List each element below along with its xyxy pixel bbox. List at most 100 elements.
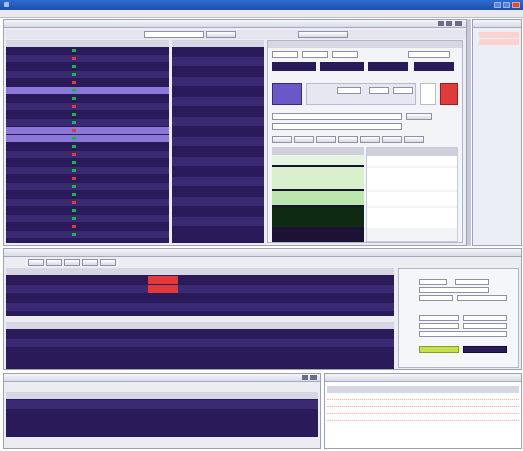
side-tab-strip[interactable] <box>467 19 471 246</box>
action-button-7[interactable] <box>404 136 424 143</box>
order-qty-stepper[interactable] <box>337 87 361 94</box>
grid-row[interactable] <box>6 95 169 102</box>
symbol-field[interactable] <box>144 31 204 38</box>
ticket-sell-button[interactable] <box>463 346 507 353</box>
grid-row[interactable] <box>172 97 264 106</box>
grid-row[interactable] <box>6 71 169 78</box>
route-select[interactable] <box>408 51 450 58</box>
account-field[interactable] <box>272 113 402 120</box>
ask-price-box[interactable] <box>320 62 364 71</box>
grid-row[interactable] <box>6 223 169 230</box>
sell-button[interactable] <box>440 83 458 105</box>
grid-row[interactable] <box>172 77 264 86</box>
bid-price-box[interactable] <box>272 62 316 71</box>
price-field[interactable] <box>302 51 328 58</box>
ticket-qty-field[interactable] <box>419 279 447 285</box>
ticket-display-field[interactable] <box>463 323 507 329</box>
close-icon[interactable] <box>512 2 520 8</box>
notes-field[interactable] <box>272 123 402 130</box>
grid-row[interactable] <box>6 111 169 118</box>
grid-row[interactable] <box>6 159 169 166</box>
grid-row[interactable] <box>172 87 264 96</box>
grid-row[interactable] <box>172 187 264 196</box>
grid-row[interactable] <box>172 147 264 156</box>
ticket-route-select[interactable] <box>419 287 489 293</box>
pin-icon[interactable] <box>438 21 444 26</box>
account-select[interactable] <box>206 31 236 38</box>
ticket-price-field[interactable] <box>419 295 453 301</box>
buy-button[interactable] <box>272 83 302 105</box>
grid-row[interactable] <box>6 191 169 198</box>
grid-row[interactable] <box>6 135 169 142</box>
grid-row[interactable] <box>6 285 394 293</box>
order-type-select[interactable] <box>393 87 413 94</box>
order-price-stepper[interactable] <box>369 87 389 94</box>
grid-row[interactable] <box>172 107 264 116</box>
action-button-6[interactable] <box>382 136 402 143</box>
grid-row[interactable] <box>6 47 169 54</box>
action-button-4[interactable] <box>338 136 358 143</box>
ticket-type-select[interactable] <box>457 295 507 301</box>
grid-row[interactable] <box>172 177 264 186</box>
action-button-2[interactable] <box>294 136 314 143</box>
tab-all[interactable] <box>100 259 116 266</box>
grid-row[interactable] <box>6 339 394 347</box>
grid-row[interactable] <box>172 127 264 136</box>
grid-row[interactable] <box>6 87 169 94</box>
ticket-notes-field[interactable] <box>419 331 507 337</box>
grid-row[interactable] <box>6 294 394 302</box>
action-button-3[interactable] <box>316 136 336 143</box>
grid-row[interactable] <box>6 199 169 206</box>
grid-row[interactable] <box>6 167 169 174</box>
grid-row[interactable] <box>6 207 169 214</box>
grid-row[interactable] <box>6 151 169 158</box>
grid-row[interactable] <box>172 67 264 76</box>
grid-row[interactable] <box>172 207 264 216</box>
link-icon[interactable] <box>446 21 452 26</box>
ticket-limit-field[interactable] <box>419 323 459 329</box>
grid-row[interactable] <box>6 143 169 150</box>
grid-row[interactable] <box>6 63 169 70</box>
ticket-buy-button[interactable] <box>419 346 459 353</box>
grid-row[interactable] <box>6 103 169 110</box>
grid-row[interactable] <box>172 117 264 126</box>
stop-field[interactable] <box>332 51 358 58</box>
grid-row[interactable] <box>172 197 264 206</box>
tab-cancelled[interactable] <box>64 259 80 266</box>
maximize-icon[interactable] <box>503 2 510 8</box>
grid-row[interactable] <box>6 183 169 190</box>
grid-row[interactable] <box>172 167 264 176</box>
tab-open[interactable] <box>28 259 44 266</box>
grid-row[interactable] <box>6 231 169 238</box>
minimize-icon[interactable] <box>494 2 501 8</box>
ticket-tif-select[interactable] <box>463 315 507 321</box>
close-icon[interactable] <box>455 21 462 26</box>
grid-row[interactable] <box>6 127 169 134</box>
grid-row[interactable] <box>172 57 264 66</box>
tab-filled[interactable] <box>46 259 62 266</box>
tif-select[interactable] <box>420 83 436 105</box>
grid-row[interactable] <box>6 276 394 284</box>
grid-row[interactable] <box>6 303 394 311</box>
exchange-select[interactable] <box>298 31 348 38</box>
grid-row[interactable] <box>6 330 394 338</box>
quantity-field[interactable] <box>272 51 298 58</box>
grid-row[interactable] <box>6 79 169 86</box>
ticket-stop-field[interactable] <box>419 315 459 321</box>
alert-item[interactable] <box>479 39 519 45</box>
action-button-1[interactable] <box>272 136 292 143</box>
account-dropdown[interactable] <box>406 113 432 120</box>
grid-row[interactable] <box>172 137 264 146</box>
alert-item[interactable] <box>479 32 519 38</box>
lock-icon[interactable] <box>302 375 308 380</box>
grid-row[interactable] <box>6 119 169 126</box>
grid-row[interactable] <box>172 47 264 56</box>
grid-row[interactable] <box>6 55 169 62</box>
ticket-account-select[interactable] <box>455 279 489 285</box>
action-button-5[interactable] <box>360 136 380 143</box>
grid-row[interactable] <box>6 175 169 182</box>
grid-row[interactable] <box>6 215 169 222</box>
tab-rejected[interactable] <box>82 259 98 266</box>
grid-row[interactable] <box>172 217 264 226</box>
grid-row[interactable] <box>172 157 264 166</box>
